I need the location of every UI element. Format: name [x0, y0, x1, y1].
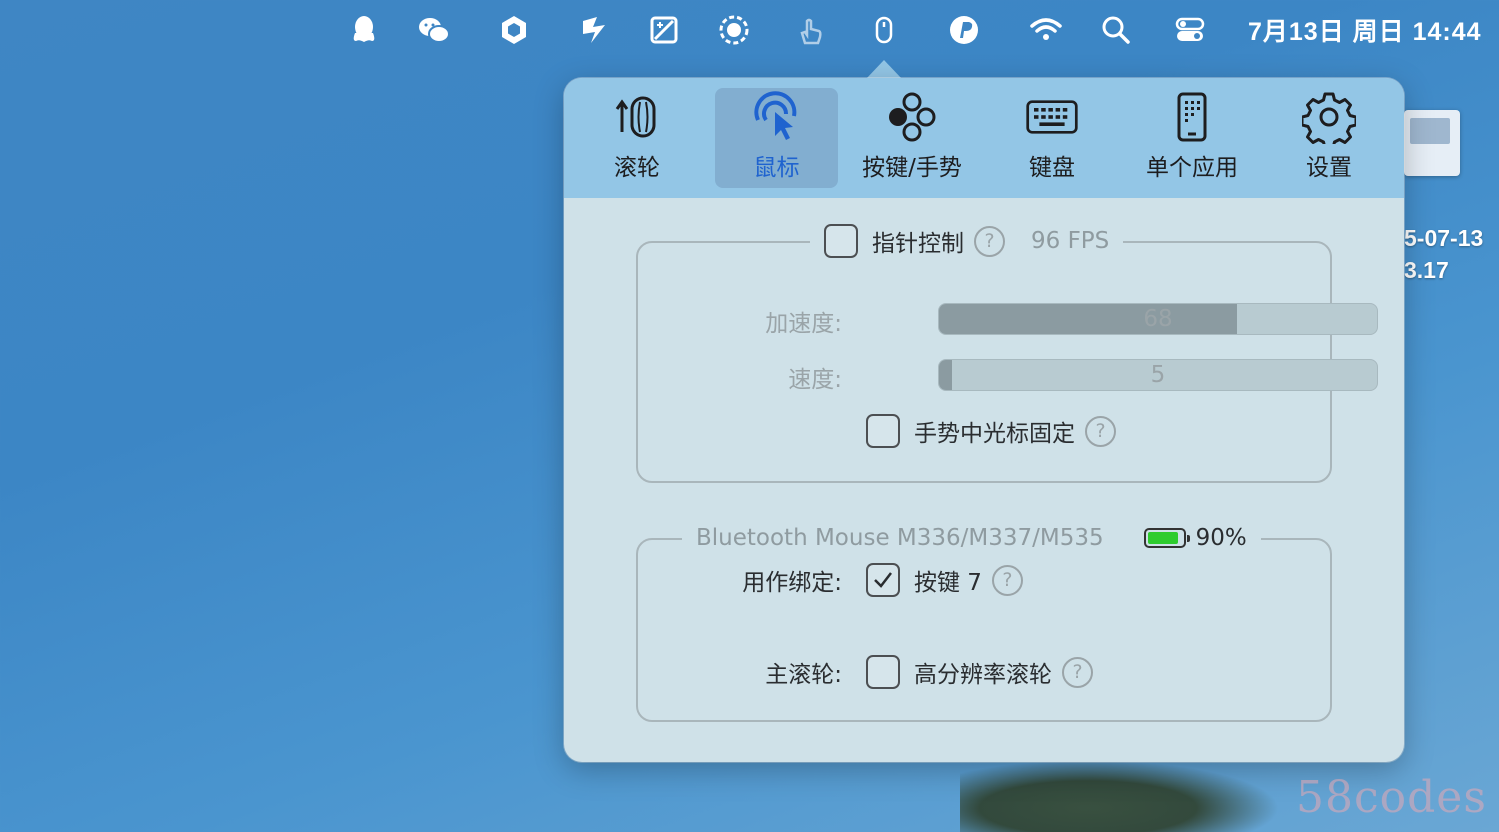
tab-label: 设置: [1306, 155, 1352, 181]
tab-label: 单个应用: [1146, 155, 1238, 181]
mouse-icon[interactable]: [862, 8, 906, 52]
desktop-file-label-line2: 3.17: [1404, 257, 1449, 283]
desktop-file-thumbnail[interactable]: [1404, 110, 1460, 176]
image-edit-icon[interactable]: [642, 8, 686, 52]
help-icon[interactable]: ?: [1085, 415, 1116, 447]
control-center-icon[interactable]: [1168, 8, 1212, 52]
tab-buttons-gestures[interactable]: 按键/手势: [852, 88, 972, 188]
hand-touch-icon[interactable]: [788, 8, 832, 52]
battery-icon: [1143, 528, 1190, 548]
desktop-file-label-line1: 5-07-13: [1404, 225, 1484, 251]
phone-app-icon: [1165, 88, 1219, 146]
help-icon[interactable]: ?: [974, 225, 1005, 257]
wechat-icon[interactable]: [412, 8, 456, 52]
device-group: Bluetooth Mouse M336/M337/M535 90% 用作绑定:…: [636, 518, 1332, 722]
pointer-control-group: 指针控制 ? 96 FPS 加速度: 68 速度: 5 手势中光标固定 ?: [636, 221, 1378, 483]
speed-row: 速度:: [638, 359, 842, 395]
checkmark-icon: [874, 572, 892, 588]
apple-slash-icon[interactable]: [572, 8, 616, 52]
tab-bar: 滚轮 鼠标 按键/手势 键盘 单个应用 设置: [564, 78, 1404, 198]
main-wheel-row: 主滚轮: 高分辨率滚轮 ?: [638, 654, 1093, 690]
gesture-dots-icon: [885, 88, 939, 146]
battery-percent: 90%: [1195, 525, 1247, 551]
help-icon[interactable]: ?: [1062, 656, 1093, 688]
binding-label: 用作绑定:: [742, 570, 842, 596]
binding-row: 用作绑定: 按键 7 ?: [638, 562, 1023, 598]
pointer-control-checkbox[interactable]: [824, 224, 858, 258]
acceleration-label: 加速度:: [765, 311, 842, 337]
fix-cursor-row: 手势中光标固定 ?: [866, 414, 1116, 448]
pointer-control-label: 指针控制: [872, 231, 964, 257]
fix-cursor-label: 手势中光标固定: [914, 421, 1075, 447]
tab-label: 鼠标: [753, 155, 800, 181]
mouse-settings-popover: 滚轮 鼠标 按键/手势 键盘 单个应用 设置 指针控制 ? 96 FPS 加速度…: [564, 78, 1404, 762]
acceleration-slider[interactable]: 68: [938, 303, 1378, 335]
menu-bar: 7月13日 周日 14:44: [0, 0, 1499, 60]
binding-value: 按键 7: [914, 570, 982, 596]
wifi-icon[interactable]: [1024, 8, 1068, 52]
high-res-wheel-label: 高分辨率滚轮: [914, 662, 1052, 688]
watermark: 58codes: [1296, 772, 1487, 823]
help-icon[interactable]: ?: [991, 564, 1023, 596]
pointer-control-legend: 指针控制 ? 96 FPS: [810, 221, 1124, 261]
device-legend: Bluetooth Mouse M336/M337/M535 90%: [682, 518, 1261, 558]
desktop-file-label[interactable]: 5-07-13 3.17: [1404, 222, 1499, 286]
main-wheel-label: 主滚轮:: [765, 662, 842, 688]
keyboard-icon: [1025, 88, 1079, 146]
gear-icon: [1302, 88, 1356, 146]
fps-readout: 96 FPS: [1031, 228, 1110, 254]
search-icon[interactable]: [1094, 8, 1138, 52]
fix-cursor-checkbox[interactable]: [866, 414, 900, 448]
tab-per-app[interactable]: 单个应用: [1132, 88, 1252, 188]
speed-value: 5: [1150, 362, 1166, 388]
hexagon-app-icon[interactable]: [492, 8, 536, 52]
acceleration-value: 68: [1143, 306, 1173, 332]
desktop-tree: [960, 760, 1280, 832]
qq-icon[interactable]: [342, 8, 386, 52]
tab-scroll-wheel[interactable]: 滚轮: [582, 88, 692, 188]
high-res-wheel-checkbox[interactable]: [866, 655, 900, 689]
device-name: Bluetooth Mouse M336/M337/M535: [696, 525, 1104, 551]
speed-label: 速度:: [788, 367, 842, 393]
binding-checkbox[interactable]: [866, 563, 900, 597]
cursor-click-icon: [750, 88, 804, 146]
tab-label: 按键/手势: [862, 155, 962, 181]
paypal-icon[interactable]: [942, 8, 986, 52]
scroll-wheel-icon: [610, 88, 664, 146]
tab-mouse[interactable]: 鼠标: [715, 88, 838, 188]
tab-keyboard[interactable]: 键盘: [996, 88, 1108, 188]
speed-slider[interactable]: 5: [938, 359, 1378, 391]
tab-settings[interactable]: 设置: [1276, 88, 1382, 188]
acceleration-row: 加速度:: [638, 303, 842, 339]
popover-arrow: [866, 60, 902, 79]
tab-label: 键盘: [1029, 155, 1075, 181]
record-icon[interactable]: [712, 8, 756, 52]
tab-label: 滚轮: [614, 155, 660, 181]
menu-clock[interactable]: 7月13日 周日 14:44: [1248, 12, 1482, 48]
